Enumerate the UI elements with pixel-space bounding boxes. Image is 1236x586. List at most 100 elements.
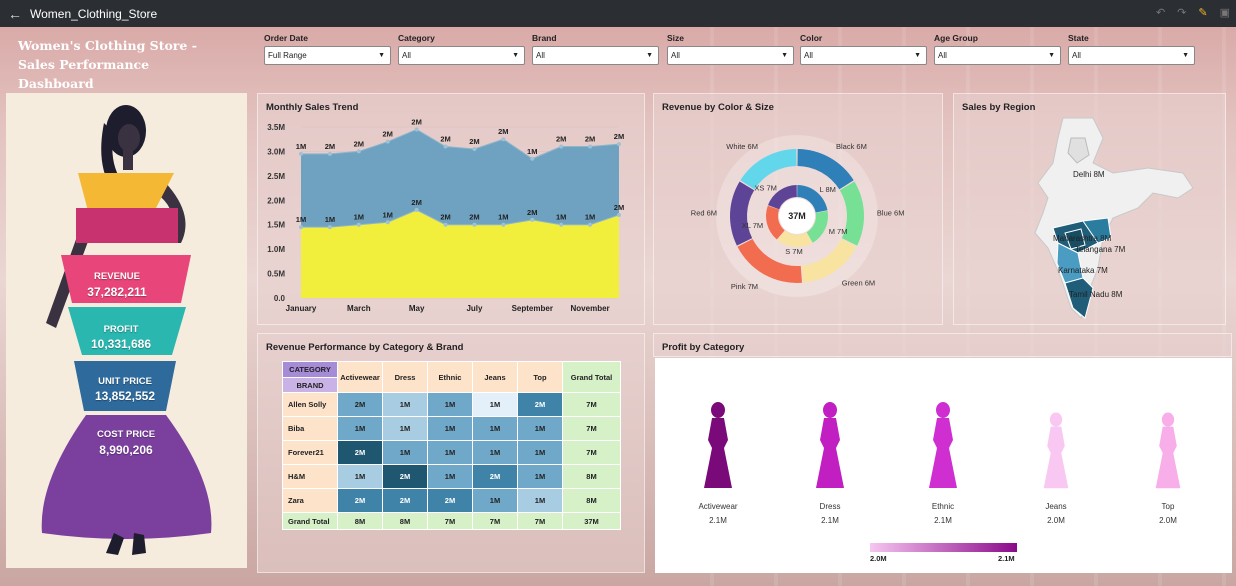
redo-icon[interactable]: ↷ <box>1177 6 1186 19</box>
table-cell[interactable]: 2M <box>382 464 428 489</box>
y-tick-label: 2.0M <box>267 196 285 205</box>
table-cell[interactable]: 1M <box>517 464 563 489</box>
table-cell[interactable]: 1M <box>472 392 518 417</box>
map-label-delhi: Delhi 8M <box>1073 170 1105 179</box>
filter-label: State <box>1068 33 1089 43</box>
y-tick-label: 1.0M <box>267 245 285 254</box>
data-point[interactable] <box>617 212 621 217</box>
data-point[interactable] <box>356 149 361 154</box>
x-tick-label: November <box>571 304 610 313</box>
table-cell[interactable]: 1M <box>517 440 563 465</box>
filter-select[interactable]: All ▼ <box>1068 46 1195 65</box>
data-label: 1M <box>296 215 306 224</box>
filter-select[interactable]: All ▼ <box>667 46 794 65</box>
table-cell[interactable]: 1M <box>427 416 473 441</box>
filter-value: All <box>1072 51 1081 60</box>
data-point[interactable] <box>385 220 390 225</box>
x-tick-label: September <box>512 304 553 313</box>
profit-silhouette-activewear[interactable] <box>688 400 748 490</box>
profit-silhouette-jeans[interactable] <box>1026 400 1086 490</box>
data-point[interactable] <box>588 222 593 227</box>
data-point[interactable] <box>530 156 535 161</box>
profit-silhouette-dress[interactable] <box>800 400 860 490</box>
table-cell[interactable]: 2M <box>472 464 518 489</box>
kpi-revenue-label: REVENUE <box>94 271 140 282</box>
donut-center-label: 37M <box>788 211 806 221</box>
table-cell[interactable]: 2M <box>337 440 383 465</box>
profit-silhouette-ethnic[interactable] <box>913 400 973 490</box>
filter-select[interactable]: All ▼ <box>398 46 525 65</box>
data-label: 2M <box>411 117 421 126</box>
profit-value: 2.0M <box>1047 516 1065 525</box>
region-map: Delhi 8M Maharashtra 8M Telangana 7M Kar… <box>1034 117 1194 319</box>
back-arrow-icon[interactable]: ← <box>0 6 30 22</box>
data-point[interactable] <box>327 151 332 156</box>
filter-select[interactable]: All ▼ <box>800 46 927 65</box>
table-cell[interactable]: 2M <box>382 488 428 513</box>
undo-icon[interactable]: ↶ <box>1156 6 1165 19</box>
data-point[interactable] <box>501 222 506 227</box>
x-tick-label: July <box>466 304 483 313</box>
filter-label: Order Date <box>264 33 308 43</box>
table-cell[interactable]: 1M <box>472 416 518 441</box>
table-cell[interactable]: 2M <box>427 488 473 513</box>
data-point[interactable] <box>443 144 448 149</box>
table-cell[interactable]: 1M <box>382 416 428 441</box>
data-point[interactable] <box>327 225 332 230</box>
table-cell[interactable]: 1M <box>472 488 518 513</box>
data-label: 2M <box>469 137 479 146</box>
data-point[interactable] <box>385 139 390 144</box>
table-cell[interactable]: 1M <box>337 416 383 441</box>
present-icon[interactable]: ▣ <box>1220 6 1230 19</box>
table-cell[interactable]: 1M <box>427 392 473 417</box>
kpi-revenue-value: 37,282,211 <box>87 285 147 299</box>
profit-item: Dress 2.1M <box>785 502 875 525</box>
profit-silhouette-top[interactable] <box>1138 400 1198 490</box>
profit-panel: Activewear 2.1M Dress 2.1M Ethnic 2.1M Jeans 2.… <box>655 358 1232 573</box>
table-cell[interactable]: 1M <box>382 440 428 465</box>
data-point[interactable] <box>559 222 564 227</box>
table-cell[interactable]: 2M <box>337 488 383 513</box>
filter-label: Color <box>800 33 823 43</box>
col-header: Dress <box>382 361 428 393</box>
table-cell[interactable]: 1M <box>427 440 473 465</box>
map-label-maharashtra: Maharashtra 8M <box>1053 234 1112 243</box>
table-cell[interactable]: 1M <box>337 464 383 489</box>
data-point[interactable] <box>414 208 419 213</box>
table-cell[interactable]: 1M <box>427 464 473 489</box>
table-cell[interactable]: 1M <box>517 488 563 513</box>
data-point[interactable] <box>299 225 303 230</box>
filter-state: State All ▼ <box>1068 33 1195 65</box>
table-cell[interactable]: 1M <box>517 416 563 441</box>
table-cell[interactable]: 2M <box>337 392 383 417</box>
data-point[interactable] <box>443 222 448 227</box>
filter-size: Size All ▼ <box>667 33 794 65</box>
data-point[interactable] <box>472 222 477 227</box>
map-india-outline <box>1034 117 1194 319</box>
table-cell[interactable]: 2M <box>517 392 563 417</box>
edit-icon[interactable]: ✎ <box>1198 6 1207 19</box>
data-point[interactable] <box>501 137 506 142</box>
data-point[interactable] <box>559 144 564 149</box>
table-cell[interactable]: 1M <box>382 392 428 417</box>
x-tick-label: March <box>347 304 371 313</box>
table-cell[interactable]: 1M <box>472 440 518 465</box>
data-point[interactable] <box>299 151 303 156</box>
donut-label: Green 6M <box>842 278 875 287</box>
data-point[interactable] <box>356 222 361 227</box>
filter-select[interactable]: Full Range ▼ <box>264 46 391 65</box>
data-point[interactable] <box>588 144 593 149</box>
data-point[interactable] <box>472 146 477 151</box>
grand-total-cell: 7M <box>427 512 473 530</box>
data-point[interactable] <box>530 217 535 222</box>
data-point[interactable] <box>414 127 419 132</box>
filter-label: Age Group <box>934 33 978 43</box>
data-point[interactable] <box>617 142 621 147</box>
data-label: 2M <box>556 135 566 144</box>
filter-select[interactable]: All ▼ <box>934 46 1061 65</box>
profit-category-name: Ethnic <box>931 502 955 511</box>
filter-age-group: Age Group All ▼ <box>934 33 1061 65</box>
category-brand-table: CATEGORY Activewear Dress Ethnic Jeans Top Gra… <box>282 361 621 530</box>
col-header-total: Grand Total <box>562 361 621 393</box>
filter-select[interactable]: All ▼ <box>532 46 659 65</box>
